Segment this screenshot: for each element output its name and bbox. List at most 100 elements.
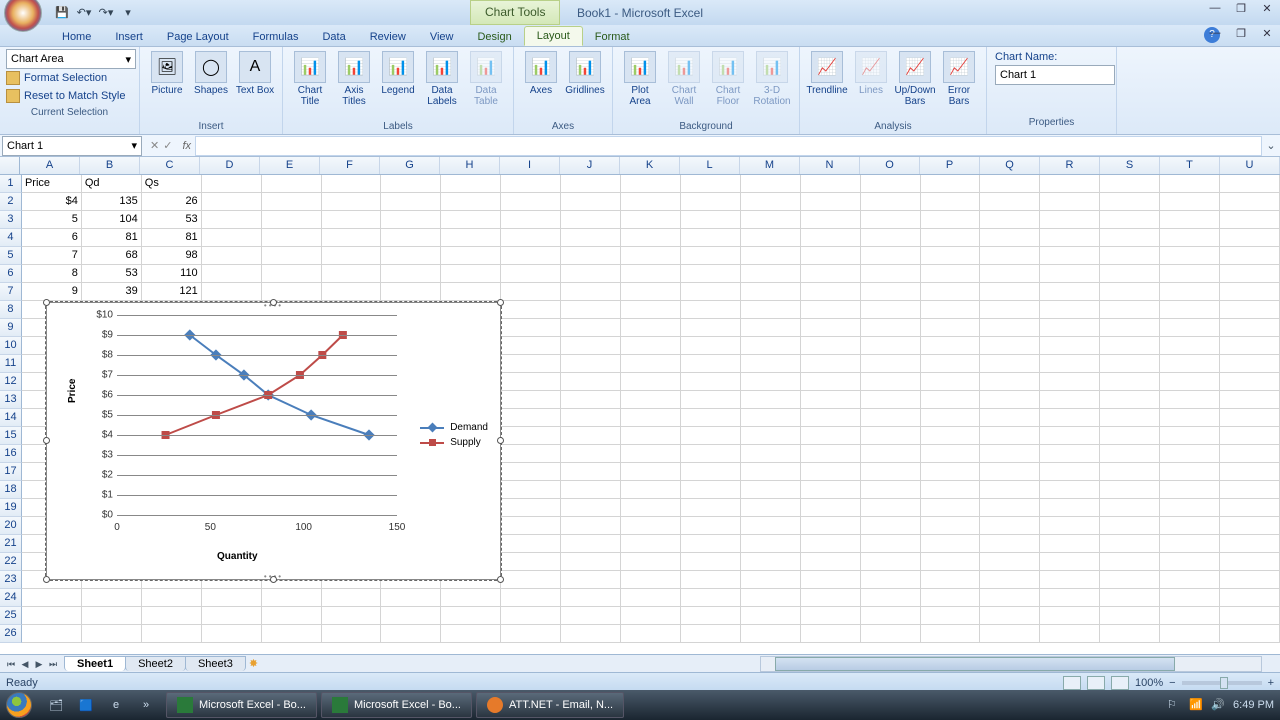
cell[interactable]	[1040, 229, 1100, 247]
cell[interactable]	[1220, 319, 1280, 337]
cell[interactable]	[621, 265, 681, 283]
cell[interactable]: 68	[82, 247, 142, 265]
cell[interactable]	[1220, 625, 1280, 643]
cell[interactable]	[441, 265, 501, 283]
cell[interactable]	[801, 337, 861, 355]
cell[interactable]	[861, 265, 921, 283]
cell[interactable]	[1160, 553, 1220, 571]
cell[interactable]	[262, 625, 322, 643]
cell[interactable]	[1160, 229, 1220, 247]
cell[interactable]: 121	[142, 283, 202, 301]
cell[interactable]	[501, 301, 561, 319]
cell[interactable]: 110	[142, 265, 202, 283]
cell[interactable]	[621, 427, 681, 445]
column-header[interactable]: F	[320, 157, 380, 174]
cell[interactable]	[681, 571, 741, 589]
taskbar-excel-2[interactable]: Microsoft Excel - Bo...	[321, 692, 472, 718]
cell[interactable]	[980, 283, 1040, 301]
column-header[interactable]: U	[1220, 157, 1280, 174]
cell[interactable]	[501, 499, 561, 517]
cell[interactable]	[921, 463, 981, 481]
cell[interactable]	[142, 607, 202, 625]
cell[interactable]	[980, 337, 1040, 355]
cell[interactable]	[681, 535, 741, 553]
cell[interactable]	[1040, 265, 1100, 283]
cell[interactable]	[561, 193, 621, 211]
cell[interactable]	[441, 283, 501, 301]
chart-element-selector[interactable]: Chart Area▾	[6, 49, 136, 69]
cell[interactable]	[322, 283, 382, 301]
cell[interactable]: 81	[82, 229, 142, 247]
cell[interactable]	[322, 265, 382, 283]
cell[interactable]	[561, 445, 621, 463]
cell[interactable]	[22, 589, 82, 607]
cell[interactable]	[921, 553, 981, 571]
cell[interactable]	[441, 607, 501, 625]
cell[interactable]	[501, 481, 561, 499]
cell[interactable]	[741, 625, 801, 643]
resize-handle[interactable]	[270, 576, 277, 583]
cell[interactable]	[262, 175, 322, 193]
cell[interactable]	[921, 355, 981, 373]
cell[interactable]	[1220, 553, 1280, 571]
textbox-button[interactable]: AText Box	[234, 49, 276, 98]
cell[interactable]	[921, 373, 981, 391]
cell[interactable]	[262, 589, 322, 607]
row-header[interactable]: 10	[0, 337, 22, 355]
cell[interactable]	[861, 301, 921, 319]
cell[interactable]	[980, 301, 1040, 319]
cell[interactable]	[1100, 607, 1160, 625]
cell[interactable]	[1160, 247, 1220, 265]
cell[interactable]	[1160, 499, 1220, 517]
cell[interactable]	[501, 535, 561, 553]
cell[interactable]	[980, 175, 1040, 193]
cell[interactable]	[441, 211, 501, 229]
cell[interactable]	[621, 607, 681, 625]
cell[interactable]	[381, 247, 441, 265]
cell[interactable]	[741, 337, 801, 355]
cell[interactable]	[681, 409, 741, 427]
sheet-tab-3[interactable]: Sheet3	[185, 656, 246, 671]
cell[interactable]	[801, 301, 861, 319]
cell[interactable]	[801, 175, 861, 193]
tray-clock[interactable]: 6:49 PM	[1233, 699, 1274, 711]
cell[interactable]	[801, 373, 861, 391]
tab-home[interactable]: Home	[50, 28, 103, 46]
cell[interactable]	[980, 553, 1040, 571]
cell[interactable]	[501, 283, 561, 301]
cell[interactable]	[621, 445, 681, 463]
cell[interactable]	[381, 211, 441, 229]
cell[interactable]	[202, 265, 262, 283]
cell[interactable]	[861, 211, 921, 229]
cell[interactable]	[441, 589, 501, 607]
cell[interactable]	[801, 535, 861, 553]
cell[interactable]	[1040, 553, 1100, 571]
cell[interactable]	[322, 211, 382, 229]
cell[interactable]	[801, 265, 861, 283]
cell[interactable]	[501, 193, 561, 211]
cell[interactable]	[1040, 445, 1100, 463]
cell[interactable]	[861, 283, 921, 301]
cell[interactable]: 9	[22, 283, 82, 301]
cell[interactable]	[381, 607, 441, 625]
cell[interactable]	[501, 229, 561, 247]
cell[interactable]	[801, 607, 861, 625]
cell[interactable]	[1040, 607, 1100, 625]
cell[interactable]	[501, 211, 561, 229]
cell[interactable]	[1160, 463, 1220, 481]
cell[interactable]	[921, 319, 981, 337]
cell[interactable]	[1040, 319, 1100, 337]
taskbar-explorer-icon[interactable]: 🗂	[42, 692, 70, 718]
cell[interactable]	[621, 517, 681, 535]
cell[interactable]	[202, 607, 262, 625]
cell[interactable]	[501, 607, 561, 625]
cell[interactable]	[681, 247, 741, 265]
view-layout-button[interactable]	[1087, 676, 1105, 690]
column-header[interactable]: I	[500, 157, 560, 174]
cell[interactable]	[1220, 211, 1280, 229]
cell[interactable]	[861, 571, 921, 589]
cell[interactable]	[801, 391, 861, 409]
cell[interactable]	[501, 247, 561, 265]
cell[interactable]	[1220, 283, 1280, 301]
cell[interactable]	[741, 481, 801, 499]
